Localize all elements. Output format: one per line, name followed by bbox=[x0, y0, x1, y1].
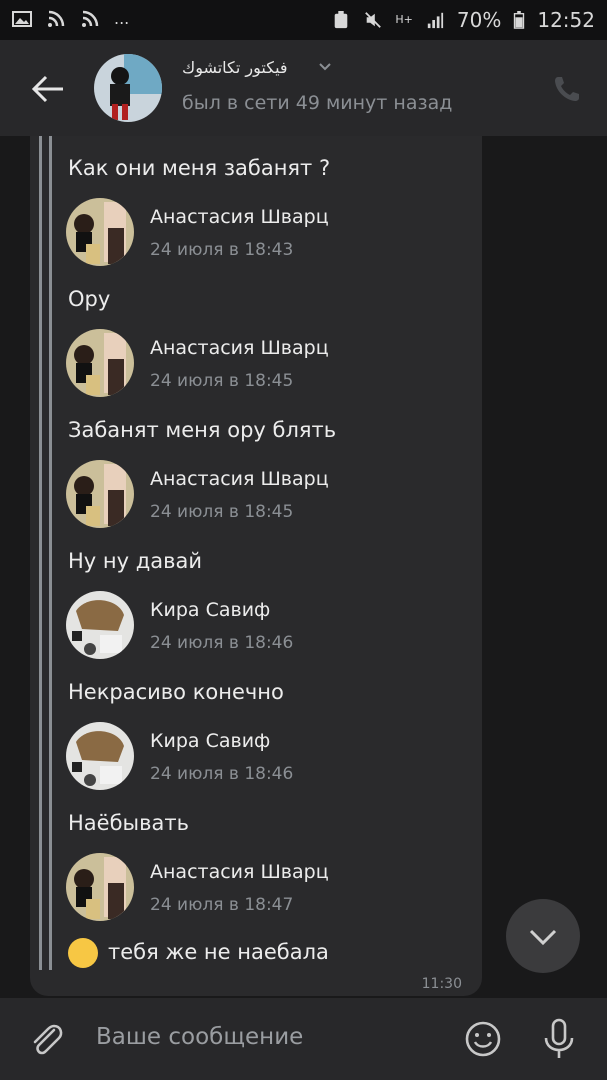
chat-header: فيكتور تكاتشوك был в сети 49 минут назад bbox=[0, 40, 607, 136]
message-time: 11:30 bbox=[421, 976, 462, 992]
phone-icon[interactable] bbox=[552, 74, 582, 104]
rss-icon bbox=[48, 10, 65, 27]
author-avatar[interactable] bbox=[66, 722, 134, 790]
forward-date: 24 июля в 18:47 bbox=[150, 895, 294, 915]
author-name: Кира Савиф bbox=[150, 599, 271, 621]
signal-icon bbox=[427, 12, 444, 29]
message-text: Ору bbox=[68, 287, 111, 311]
message-text: Как они меня забанят ? bbox=[68, 156, 331, 180]
emoji-icon[interactable] bbox=[464, 1020, 502, 1058]
chevron-down-icon[interactable] bbox=[318, 62, 332, 72]
author-name: Анастасия Шварц bbox=[150, 468, 329, 490]
contact-last-seen: был в сети 49 минут назад bbox=[182, 92, 453, 114]
battery-percent: 70% bbox=[456, 8, 502, 32]
author-avatar[interactable] bbox=[66, 329, 134, 397]
message-bubble[interactable]: Как они меня забанят ? Анастасия Шварц 2… bbox=[30, 136, 482, 996]
forwarded-header[interactable]: Анастасия Шварц 24 июля в 18:47 bbox=[66, 853, 466, 923]
message-text-row: тебя же не наебала bbox=[68, 938, 329, 968]
rss-icon bbox=[82, 10, 99, 27]
message-text: Некрасиво конечно bbox=[68, 680, 284, 704]
network-type: H+ bbox=[395, 13, 413, 26]
status-bar: ... H+ 70% 12:52 bbox=[0, 0, 607, 40]
forward-date: 24 июля в 18:45 bbox=[150, 371, 294, 391]
forwarded-header[interactable]: Кира Савиф 24 июля в 18:46 bbox=[66, 722, 466, 792]
forward-date: 24 июля в 18:46 bbox=[150, 764, 294, 784]
forward-date: 24 июля в 18:45 bbox=[150, 502, 294, 522]
author-name: Анастасия Шварц bbox=[150, 861, 329, 883]
author-avatar[interactable] bbox=[66, 460, 134, 528]
forward-indicator bbox=[39, 136, 42, 970]
recycle-icon bbox=[335, 11, 348, 29]
mute-icon bbox=[365, 12, 382, 28]
scroll-down-button[interactable] bbox=[506, 899, 580, 973]
author-name: Анастасия Шварц bbox=[150, 206, 329, 228]
author-avatar[interactable] bbox=[66, 198, 134, 266]
forwarded-header[interactable]: Анастасия Шварц 24 июля в 18:45 bbox=[66, 460, 466, 530]
message-composer: Ваше сообщение bbox=[0, 998, 607, 1080]
forward-date: 24 июля в 18:46 bbox=[150, 633, 294, 653]
image-notification-icon bbox=[12, 10, 32, 27]
sleeping-face-emoji-icon bbox=[68, 938, 98, 968]
message-text: Забанят меня ору блять bbox=[68, 418, 337, 442]
message-text: тебя же не наебала bbox=[108, 940, 329, 964]
contact-name[interactable]: فيكتور تكاتشوك bbox=[182, 58, 288, 77]
forwarded-header[interactable]: Кира Савиф 24 июля в 18:46 bbox=[66, 591, 466, 661]
forward-date: 24 июля в 18:43 bbox=[150, 240, 294, 260]
chat-area[interactable]: Как они меня забанят ? Анастасия Шварц 2… bbox=[0, 136, 607, 998]
contact-avatar[interactable] bbox=[94, 54, 162, 122]
forwarded-header[interactable]: Анастасия Шварц 24 июля в 18:45 bbox=[66, 329, 466, 399]
author-name: Кира Савиф bbox=[150, 730, 271, 752]
author-avatar[interactable] bbox=[66, 853, 134, 921]
clock: 12:52 bbox=[537, 8, 595, 32]
message-input[interactable]: Ваше сообщение bbox=[96, 1024, 303, 1050]
author-avatar[interactable] bbox=[66, 591, 134, 659]
author-name: Анастасия Шварц bbox=[150, 337, 329, 359]
forward-indicator bbox=[49, 136, 52, 970]
chevron-down-icon bbox=[529, 929, 557, 946]
paperclip-icon[interactable] bbox=[28, 1020, 64, 1060]
battery-icon bbox=[514, 11, 525, 29]
message-text: Наёбывать bbox=[68, 811, 189, 835]
forwarded-header[interactable]: Анастасия Шварц 24 июля в 18:43 bbox=[66, 198, 466, 268]
back-arrow-icon[interactable] bbox=[30, 74, 66, 104]
microphone-icon[interactable] bbox=[540, 1018, 578, 1060]
message-text: Ну ну давай bbox=[68, 549, 203, 573]
more-notifications: ... bbox=[114, 9, 130, 28]
